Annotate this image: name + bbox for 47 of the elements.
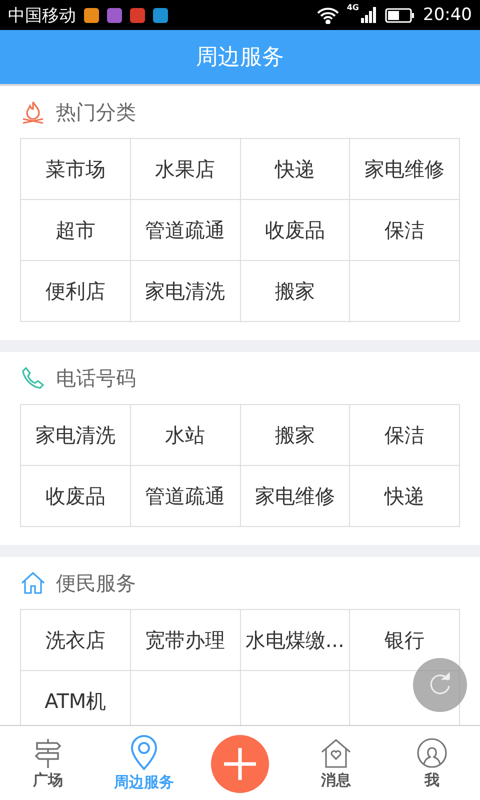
nav-tab[interactable]: 广场 [0,726,96,800]
service-cell[interactable]: 水电煤缴... [240,610,350,671]
house-heart-icon [320,737,352,769]
user-icon [416,737,448,769]
section-title: 热门分类 [56,98,136,126]
section-title: 便民服务 [56,570,136,596]
flame-icon [20,99,46,125]
service-cell[interactable]: 水果店 [130,139,240,200]
service-cell[interactable]: 家电清洗 [130,261,240,322]
signpost-icon [33,737,63,769]
phone-icon [20,365,46,391]
service-cell[interactable]: 搬家 [240,405,350,466]
clock-time: 20:40 [423,5,472,25]
section-title: 电话号码 [56,364,136,392]
network-type: 4G [346,3,359,12]
service-cell[interactable]: 保洁 [350,405,460,466]
signal-icon [361,7,377,23]
service-cell[interactable]: 家电维修 [350,139,460,200]
app-notification-icon [84,8,99,22]
service-cell[interactable]: 管道疏通 [130,200,240,261]
nav-tab[interactable]: 我 [384,726,480,800]
service-cell[interactable]: 快递 [350,466,460,527]
service-cell[interactable]: 保洁 [350,200,460,261]
service-cell[interactable]: 管道疏通 [130,466,240,527]
app-notification-icon [153,8,168,22]
service-cell[interactable]: 搬家 [240,261,350,322]
service-cell[interactable]: 快递 [240,139,350,200]
app-notification-icon [130,8,145,22]
service-cell[interactable]: 宽带办理 [130,610,240,671]
service-cell[interactable]: 超市 [21,200,131,261]
page-title: 周边服务 [0,30,480,86]
house-icon [20,570,46,596]
service-cell[interactable]: 家电维修 [240,466,350,527]
nav-tab[interactable]: 消息 [288,726,384,800]
service-cell[interactable]: 洗衣店 [21,610,131,671]
plus-icon [223,746,257,780]
carrier-name: 中国移动 [8,4,76,26]
location-pin-icon [129,735,159,771]
service-cell[interactable]: 收废品 [240,200,350,261]
battery-icon [385,8,415,22]
wifi-icon [316,6,339,24]
app-notification-icon [107,8,122,22]
service-cell[interactable]: 家电清洗 [21,405,131,466]
service-cell[interactable]: 便利店 [21,261,131,322]
service-cell[interactable]: 水站 [130,405,240,466]
service-cell[interactable]: 收废品 [21,466,131,527]
service-cell[interactable]: 菜市场 [21,139,131,200]
